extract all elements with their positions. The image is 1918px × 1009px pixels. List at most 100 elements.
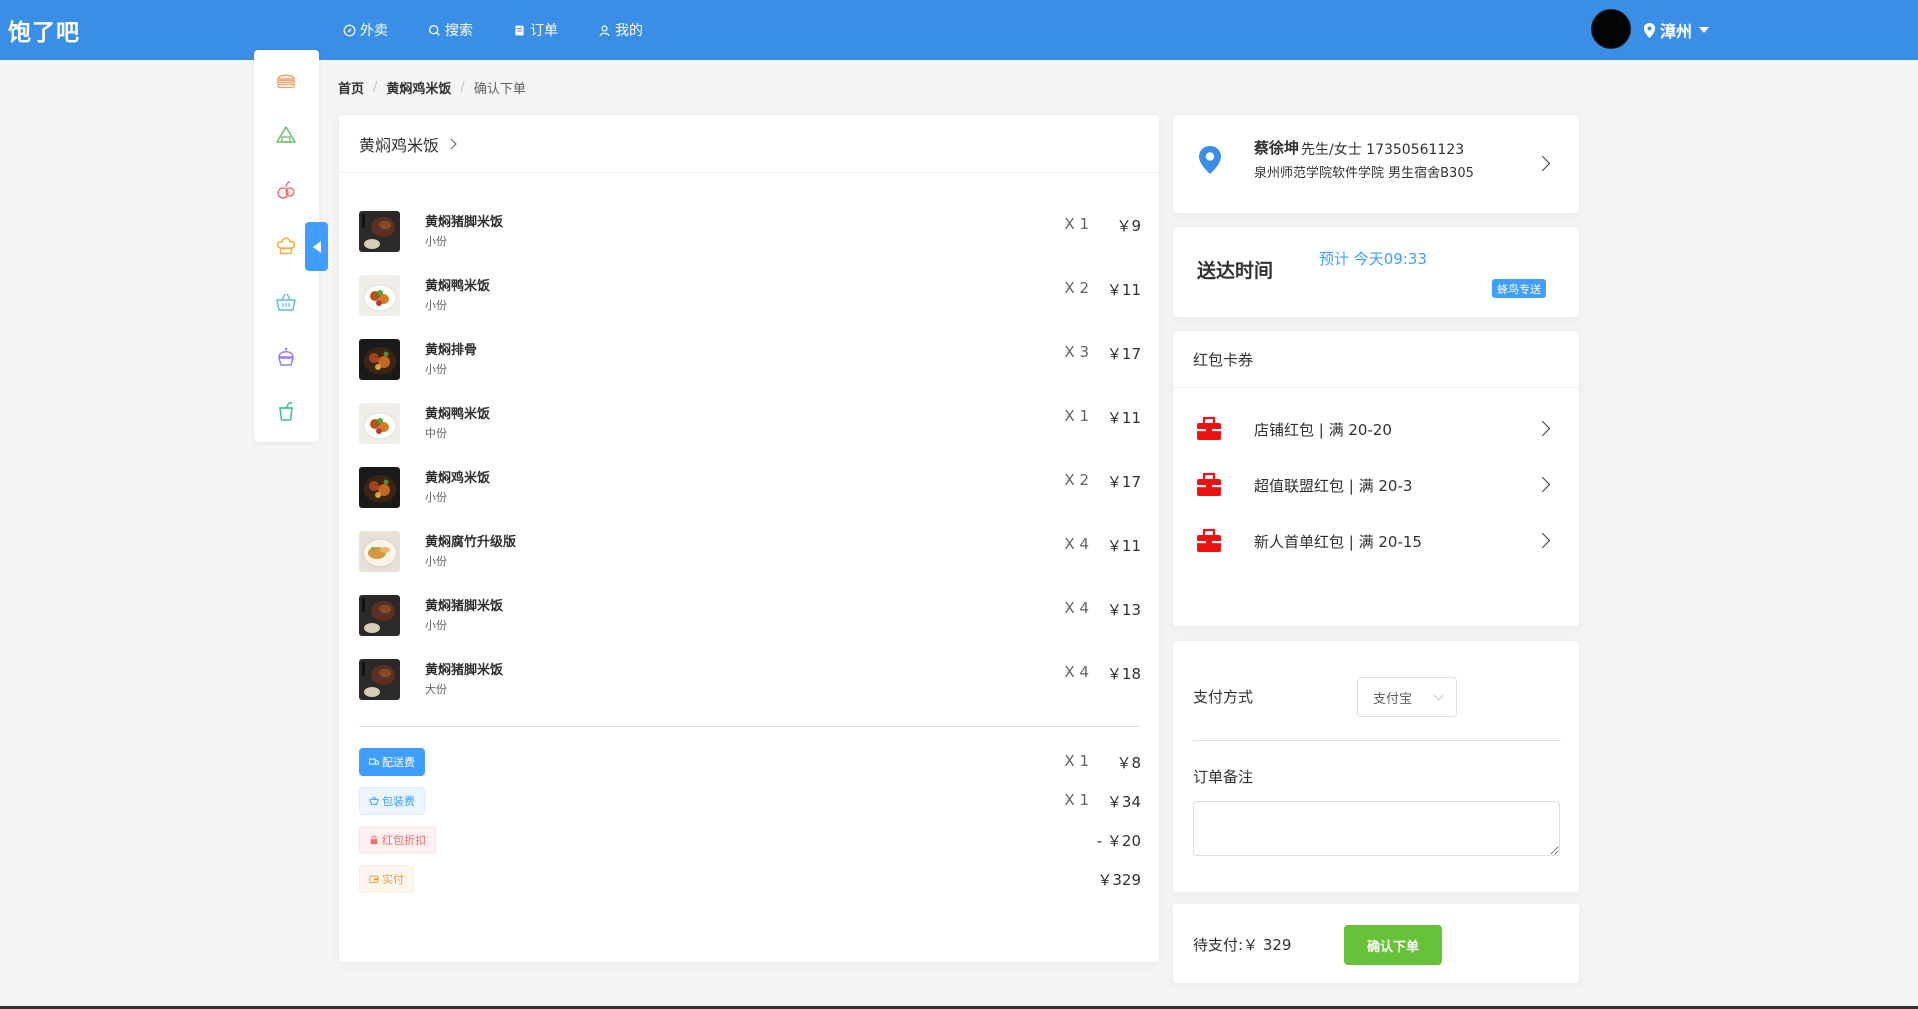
item-price: ￥17	[1106, 473, 1141, 491]
order-item-row: 黄焖猪脚米饭 小份 X 1 ￥9	[359, 209, 1141, 253]
item-thumbnail	[359, 403, 400, 444]
fee-amount: ￥34	[1106, 793, 1141, 811]
item-quantity: X 4	[1064, 599, 1089, 617]
sidebar-toggle-button[interactable]	[305, 222, 328, 271]
coupon-card: 红包卡券 店铺红包 | 满 20-20 超值联盟红包 | 满 20-3 新人首单红包…	[1172, 330, 1580, 627]
breadcrumb-separator: /	[460, 80, 465, 95]
delivery-address: 泉州师范学院软件学院 男生宿舍B305	[1254, 166, 1474, 181]
red-packet-icon	[1197, 528, 1221, 552]
payment-method-select[interactable]: 支付宝	[1357, 677, 1457, 717]
item-name: 黄焖猪脚米饭	[425, 215, 504, 230]
item-name: 黄焖排骨	[425, 343, 478, 358]
avatar[interactable]	[1591, 9, 1631, 49]
item-quantity: X 4	[1064, 535, 1089, 553]
fruit-icon[interactable]	[274, 178, 298, 202]
item-name: 黄焖猪脚米饭	[425, 599, 504, 614]
main-nav: 外卖 搜索 订单 我的	[343, 0, 683, 60]
item-price: ￥11	[1106, 537, 1141, 555]
nav-item-orders[interactable]: 订单	[513, 20, 558, 40]
nav-item-mine[interactable]: 我的	[598, 20, 643, 40]
nav-label: 外卖	[360, 23, 388, 39]
item-price: ￥18	[1106, 665, 1141, 683]
basket-icon[interactable]	[274, 290, 298, 314]
confirm-order-button[interactable]: 确认下单	[1344, 925, 1442, 965]
app-logo[interactable]: 饱了吧	[8, 13, 80, 47]
delivery-estimate: 预计 今天09:33	[1319, 250, 1427, 268]
total-due: 待支付:￥ 329	[1193, 936, 1292, 954]
fee-amount: ￥329	[1097, 871, 1141, 889]
truck-icon	[369, 758, 379, 765]
order-item-row: 黄焖鸭米饭 中份 X 1 ￥11	[359, 401, 1141, 445]
payment-method-value: 支付宝	[1373, 691, 1413, 707]
item-thumbnail	[359, 659, 400, 700]
item-name: 黄焖鸭米饭	[425, 279, 491, 294]
fee-label: 红包折扣	[382, 834, 426, 847]
shop-name: 黄焖鸡米饭	[359, 135, 440, 155]
user-icon	[599, 24, 610, 36]
item-price: ￥17	[1106, 345, 1141, 363]
order-note-field[interactable]	[1193, 801, 1560, 856]
shop-header[interactable]: 黄焖鸡米饭	[339, 115, 1159, 173]
wallet-icon	[369, 875, 379, 883]
red-packet-icon	[1197, 416, 1221, 440]
coupon-title: 红包卡券	[1173, 331, 1579, 388]
chevron-right-icon	[1534, 420, 1551, 437]
coupon-item[interactable]: 超值联盟红包 | 满 20-3	[1173, 465, 1581, 505]
coupon-item[interactable]: 新人首单红包 | 满 20-15	[1173, 521, 1581, 561]
item-name: 黄焖鸡米饭	[425, 471, 491, 486]
search-icon	[428, 24, 440, 36]
coupon-label: 店铺红包 | 满 20-20	[1254, 421, 1392, 439]
rice-ball-icon[interactable]	[274, 123, 298, 147]
item-quantity: X 2	[1064, 471, 1089, 489]
fee-row: 实付 ￥329	[359, 865, 1141, 893]
item-thumbnail	[359, 211, 400, 252]
fee-amount: - ￥20	[1096, 832, 1141, 850]
chevron-right-icon	[1534, 155, 1551, 172]
compass-icon	[343, 24, 356, 36]
package-icon	[369, 796, 379, 805]
item-name: 黄焖鸭米饭	[425, 407, 491, 422]
coupon-item[interactable]: 店铺红包 | 满 20-20	[1173, 409, 1581, 449]
order-note-label: 订单备注	[1193, 768, 1254, 786]
breadcrumb-shop[interactable]: 黄焖鸡米饭	[386, 78, 451, 97]
chevron-right-icon	[1534, 532, 1551, 549]
breadcrumb-home[interactable]: 首页	[338, 78, 364, 97]
chef-hat-icon[interactable]	[274, 234, 298, 258]
order-item-row: 黄焖鸭米饭 小份 X 2 ￥11	[359, 273, 1141, 317]
fee-label: 实付	[382, 873, 404, 886]
item-spec: 小份	[425, 299, 447, 312]
drink-icon[interactable]	[274, 400, 298, 424]
fee-row: 包装费 X 1 ￥34	[359, 787, 1141, 815]
divider	[1193, 740, 1561, 741]
item-spec: 大份	[425, 683, 447, 696]
item-quantity: X 3	[1064, 343, 1089, 361]
order-item-row: 黄焖猪脚米饭 大份 X 4 ￥18	[359, 657, 1141, 701]
order-card: 黄焖鸡米饭 黄焖猪脚米饭 小份 X 1 ￥9 黄焖鸭米饭 小份 X 2 ￥11 黄焖排骨 小份 X …	[338, 114, 1160, 963]
cupcake-icon[interactable]	[274, 345, 298, 369]
order-item-row: 黄焖鸡米饭 小份 X 2 ￥17	[359, 465, 1141, 509]
breadcrumb-current: 确认下单	[473, 82, 526, 97]
fee-row: 配送费 X 1 ￥8	[359, 748, 1141, 776]
lock-icon	[370, 835, 378, 845]
city-name: 漳州	[1660, 22, 1693, 41]
breadcrumb: 首页 / 黄焖鸡米饭 / 确认下单	[338, 78, 526, 97]
nav-item-search[interactable]: 搜索	[428, 20, 473, 40]
divider	[359, 726, 1141, 727]
city-selector[interactable]: 漳州	[1643, 18, 1710, 42]
fee-tag: 配送费	[359, 748, 425, 776]
arrow-left-icon	[312, 240, 321, 253]
recipient-name: 蔡徐坤	[1254, 139, 1300, 157]
delivery-time-label: 送达时间	[1197, 260, 1274, 282]
address-card[interactable]: 蔡徐坤 先生/女士 17350561123 泉州师范学院软件学院 男生宿舍B30…	[1172, 114, 1580, 214]
fee-row: 红包折扣 - ￥20	[359, 826, 1141, 854]
burger-icon[interactable]	[274, 68, 298, 92]
item-quantity: X 1	[1064, 215, 1089, 233]
item-thumbnail	[359, 595, 400, 636]
chevron-right-icon	[1534, 476, 1551, 493]
nav-item-takeout[interactable]: 外卖	[343, 20, 388, 40]
item-spec: 小份	[425, 555, 447, 568]
item-price: ￥11	[1106, 409, 1141, 427]
location-pin-icon	[1643, 22, 1656, 38]
payment-method-label: 支付方式	[1193, 688, 1254, 706]
payment-card: 支付方式 支付宝 订单备注	[1172, 640, 1580, 893]
